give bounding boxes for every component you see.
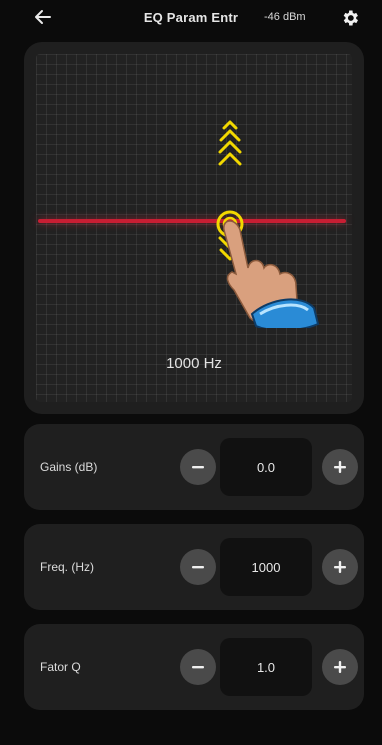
swipe-gesture-hand-icon [216, 120, 320, 328]
gear-icon [343, 10, 358, 26]
gain-decrease-button[interactable] [180, 449, 216, 485]
minus-icon [192, 466, 204, 469]
eq-graph-panel[interactable]: 1000 Hz [24, 42, 364, 414]
gain-control-row: Gains (dB) 0.0 [24, 424, 364, 510]
gain-label: Gains (dB) [40, 460, 98, 474]
frequency-decrease-button[interactable] [180, 549, 216, 585]
page-title: EQ Param Entr [143, 10, 239, 25]
frequency-value-field[interactable]: 1000 [220, 538, 312, 596]
q-factor-control-row: Fator Q 1.0 [24, 624, 364, 710]
minus-icon [192, 666, 204, 669]
top-bar: EQ Param Entr -46 dBm [0, 0, 382, 36]
q-factor-value-field[interactable]: 1.0 [220, 638, 312, 696]
q-factor-label: Fator Q [40, 660, 81, 674]
gain-value-field[interactable]: 0.0 [220, 438, 312, 496]
minus-icon [192, 566, 204, 569]
plus-icon [334, 461, 346, 473]
gain-increase-button[interactable] [322, 449, 358, 485]
frequency-readout: 1000 Hz [166, 355, 222, 372]
plus-icon [334, 561, 346, 573]
signal-strength: -46 dBm [264, 11, 306, 23]
frequency-increase-button[interactable] [322, 549, 358, 585]
q-factor-decrease-button[interactable] [180, 649, 216, 685]
q-factor-increase-button[interactable] [322, 649, 358, 685]
settings-button[interactable] [338, 6, 362, 30]
frequency-label: Freq. (Hz) [40, 560, 94, 574]
plus-icon [334, 661, 346, 673]
frequency-control-row: Freq. (Hz) 1000 [24, 524, 364, 610]
